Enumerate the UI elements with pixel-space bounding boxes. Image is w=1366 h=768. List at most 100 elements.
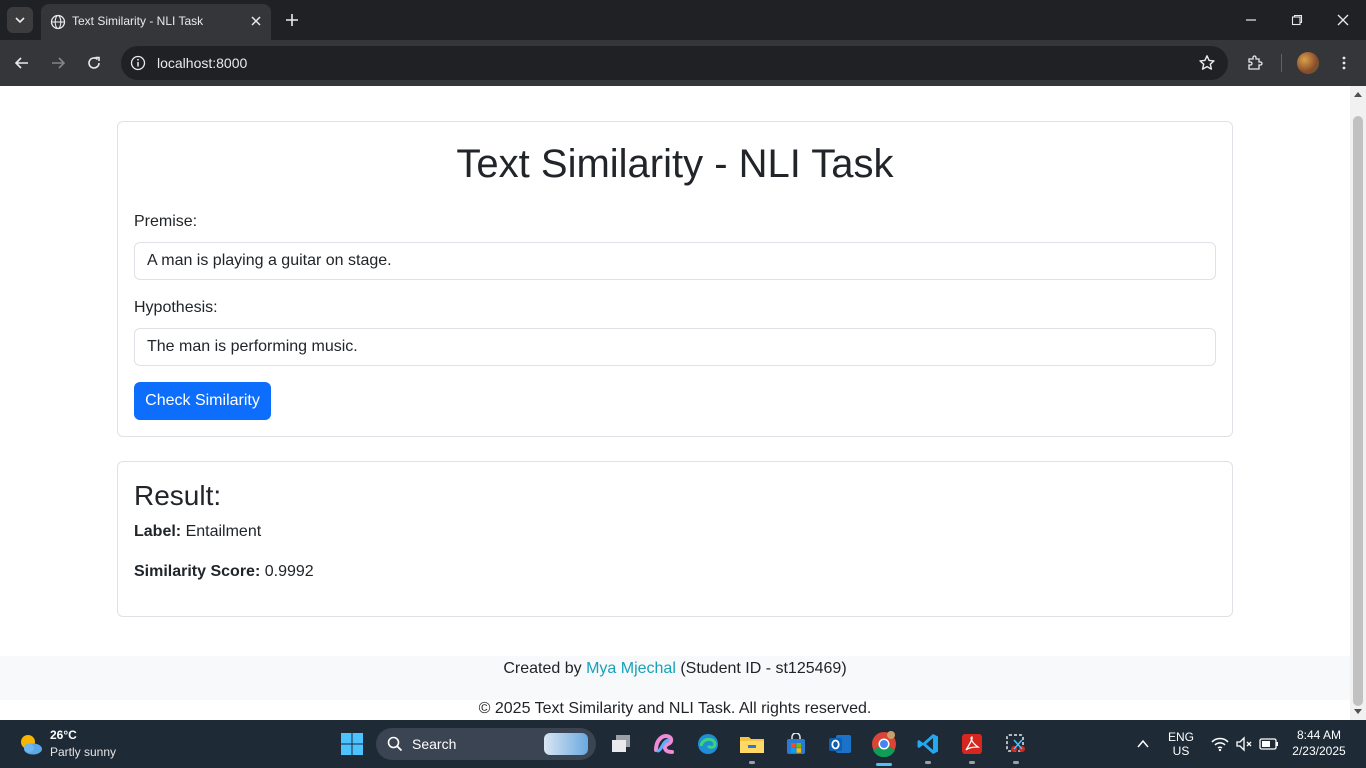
partly-sunny-icon[interactable] [18,732,44,756]
arrow-right-icon [52,57,66,69]
premise-input[interactable] [134,242,1216,280]
premise-label: Premise: [134,213,198,230]
vscode-button[interactable] [914,730,942,758]
page-footer: Created by Mya Mjechal (Student ID - st1… [0,656,1350,718]
edge-button[interactable] [694,730,722,758]
result-label-line: Label: Entailment [134,523,261,541]
footer-student-id: (Student ID - st125469) [680,660,847,677]
store-button[interactable] [782,730,810,758]
similarity-form-card: Text Similarity - NLI Task Premise: Hypo… [117,121,1233,437]
snipping-tool-button[interactable] [1002,730,1030,758]
footer-created-by: Created by [503,660,582,677]
outlook-button[interactable] [826,730,854,758]
close-window-button[interactable] [1320,0,1366,40]
weather-temperature[interactable]: 26°C [50,728,77,742]
tab-close-button[interactable] [247,12,265,30]
browser-toolbar: localhost:8000 [0,40,1366,86]
result-score-key: Similarity Score: [134,563,261,580]
page-title: Text Similarity - NLI Task [456,142,894,186]
puzzle-icon [1248,55,1263,70]
snipping-icon [1006,734,1025,752]
scroll-thumb[interactable] [1353,116,1363,706]
running-indicator [969,761,975,764]
pdf-icon [962,734,982,754]
extensions-button[interactable] [1243,51,1267,75]
tab-search-button[interactable] [7,7,33,33]
copilot-button[interactable] [650,730,678,758]
reload-button[interactable] [82,51,106,75]
wifi-icon [1211,737,1229,752]
clock[interactable]: 8:44 AM 2/23/2025 [1284,728,1354,758]
chevron-down-icon [15,17,25,24]
arrow-left-icon [14,57,28,69]
more-vertical-icon [1342,56,1346,70]
back-button[interactable] [10,51,34,75]
windows-logo-icon [341,733,363,755]
browser-tab-bar: Text Similarity - NLI Task [0,0,1366,40]
running-indicator [749,761,755,764]
start-button[interactable] [338,730,366,758]
toolbar-divider [1281,54,1282,72]
outlook-icon [829,735,851,753]
copilot-icon [654,733,674,754]
language-indicator[interactable]: ENG US [1164,730,1198,758]
address-bar[interactable]: localhost:8000 [121,46,1228,80]
clock-date: 2/23/2025 [1292,744,1346,758]
clock-time: 8:44 AM [1296,728,1342,742]
hypothesis-label: Hypothesis: [134,299,218,316]
author-link[interactable]: Mya Mjechal [586,660,676,677]
store-icon [787,733,805,754]
result-score-value: 0.9992 [264,563,314,580]
task-view-button[interactable] [607,730,635,758]
profile-avatar[interactable] [1297,52,1319,74]
weather-description[interactable]: Partly sunny [50,745,116,759]
edge-icon [698,734,718,754]
check-similarity-button[interactable]: Check Similarity [134,382,271,420]
result-card: Result: Label: Entailment Similarity Sco… [117,461,1233,617]
url-text: localhost:8000 [157,55,248,71]
quick-settings-button[interactable] [1208,730,1282,758]
result-label-key: Label: [134,523,182,540]
scroll-up-arrow-icon[interactable] [1354,92,1362,97]
language-line1: ENG [1167,730,1194,744]
page-viewport: Text Similarity - NLI Task Premise: Hypo… [0,86,1350,720]
new-tab-button[interactable] [280,8,304,32]
running-indicator [925,761,931,764]
restore-button[interactable] [1274,0,1320,40]
site-info-icon[interactable] [130,55,146,71]
hypothesis-input[interactable] [134,328,1216,366]
scroll-down-arrow-icon[interactable] [1354,709,1362,714]
forward-button[interactable] [46,51,70,75]
star-icon[interactable] [1198,54,1216,72]
task-view-icon [612,735,630,752]
language-line2: US [1172,744,1190,758]
windows-taskbar: 26°C Partly sunny Search ENG US 8:44 AM … [0,720,1366,768]
minimize-icon [1246,19,1256,21]
browser-tab[interactable]: Text Similarity - NLI Task [41,4,271,40]
plus-icon [286,14,298,26]
browser-menu-button[interactable] [1332,51,1356,75]
file-explorer-button[interactable] [738,730,766,758]
tab-title: Text Similarity - NLI Task [72,14,204,28]
chrome-icon [872,731,896,757]
search-label: Search [412,736,457,752]
footer-credit: Created by Mya Mjechal (Student ID - st1… [0,660,1350,678]
result-heading: Result: [134,480,222,511]
minimize-button[interactable] [1228,0,1274,40]
result-score-line: Similarity Score: 0.9992 [134,563,314,581]
search-highlight-image [544,733,588,755]
footer-copyright: © 2025 Text Similarity and NLI Task. All… [0,700,1350,718]
result-label-value: Entailment [185,523,262,540]
volume-muted-icon [1236,736,1252,752]
show-hidden-icons-button[interactable] [1129,730,1157,758]
running-indicator [1013,761,1019,764]
page-scrollbar[interactable] [1350,86,1366,720]
battery-icon [1259,738,1278,750]
reload-icon [88,56,100,69]
chrome-button[interactable] [870,730,898,758]
acrobat-button[interactable] [958,730,986,758]
taskbar-search[interactable]: Search [376,728,596,760]
search-icon [387,736,403,752]
restore-icon [1291,14,1303,26]
close-icon [1337,14,1349,26]
